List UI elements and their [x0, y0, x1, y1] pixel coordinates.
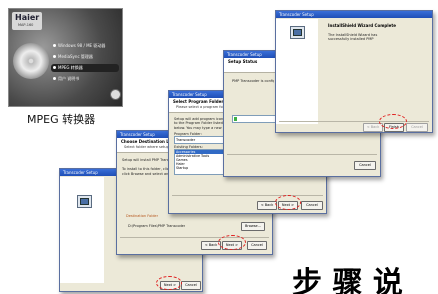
cancel-button[interactable]: Cancel: [301, 201, 323, 210]
back-button[interactable]: < Back: [257, 201, 277, 210]
menu-item-selected[interactable]: MPEG 转换器: [51, 64, 119, 72]
progress-fill: [234, 117, 237, 121]
menu-item-label: Windows 98 / ME 驱动器: [58, 43, 106, 48]
cancel-button[interactable]: Cancel: [247, 241, 267, 250]
cancel-button[interactable]: Cancel: [354, 161, 376, 170]
menu-item-label: MPEG 转换器: [58, 65, 83, 70]
step-heading-fragment: 步 骤 说: [292, 266, 403, 294]
separator: [227, 154, 377, 155]
setup-computer-icon: [290, 26, 305, 39]
finish-highlight-ring: [379, 114, 407, 129]
wizard-heading: Select Program Folder: [173, 99, 224, 104]
device-caption: MPEG 转换器: [27, 113, 96, 126]
wizard-side-panel: [276, 19, 318, 124]
menu-item[interactable]: Windows 98 / ME 驱动器: [53, 42, 119, 50]
model-label: MAP-160: [18, 23, 34, 27]
menu-item-label: 用户 说明书: [58, 76, 80, 81]
next-highlight-ring: [156, 276, 182, 290]
exit-icon[interactable]: [110, 89, 121, 100]
setup-computer-icon: [77, 195, 92, 208]
browse-button[interactable]: Browse...: [241, 222, 265, 231]
wizard-heading: Setup Status: [228, 59, 258, 64]
menu-item[interactable]: 用户 说明书: [53, 75, 119, 83]
setup-window-complete: Transcoder Setup InstallShield Wizard Co…: [275, 10, 433, 133]
list-item[interactable]: Startup: [175, 166, 225, 170]
program-folder-input[interactable]: Transcoder: [174, 136, 227, 144]
separator: [120, 237, 269, 238]
destination-label: Destination Folder: [126, 214, 159, 218]
cancel-button[interactable]: Cancel: [406, 123, 428, 132]
existing-folders-list[interactable]: Accessories Administrative Tools Games H…: [174, 149, 226, 175]
device-menu-image: Haier MAP-160 Windows 98 / ME 驱动器 MediaS…: [8, 8, 123, 107]
window-titlebar: Transcoder Setup: [276, 11, 432, 18]
next-highlight-ring: [218, 235, 246, 250]
destination-path: D:\Program Files\PMP Transcoder: [128, 224, 186, 228]
menu-item-label: MediaSync 管理器: [58, 54, 93, 59]
disc-graphic: [13, 43, 49, 79]
next-highlight-ring: [275, 195, 301, 210]
wizard-heading: InstallShield Wizard Complete: [328, 23, 396, 28]
body-text: Setup will add program icons to the Prog…: [174, 117, 226, 130]
status-text: PMP Transcoder is configuring your new s…: [232, 79, 274, 83]
separator: [172, 195, 323, 196]
menu-item[interactable]: MediaSync 管理器: [53, 53, 119, 61]
body-text: The InstallShield Wizard has successfull…: [328, 33, 388, 42]
brand-label: Haier: [15, 13, 40, 22]
device-logo: Haier MAP-160: [12, 12, 42, 30]
wizard-side-panel: [60, 177, 104, 283]
cancel-button[interactable]: Cancel: [181, 281, 201, 290]
